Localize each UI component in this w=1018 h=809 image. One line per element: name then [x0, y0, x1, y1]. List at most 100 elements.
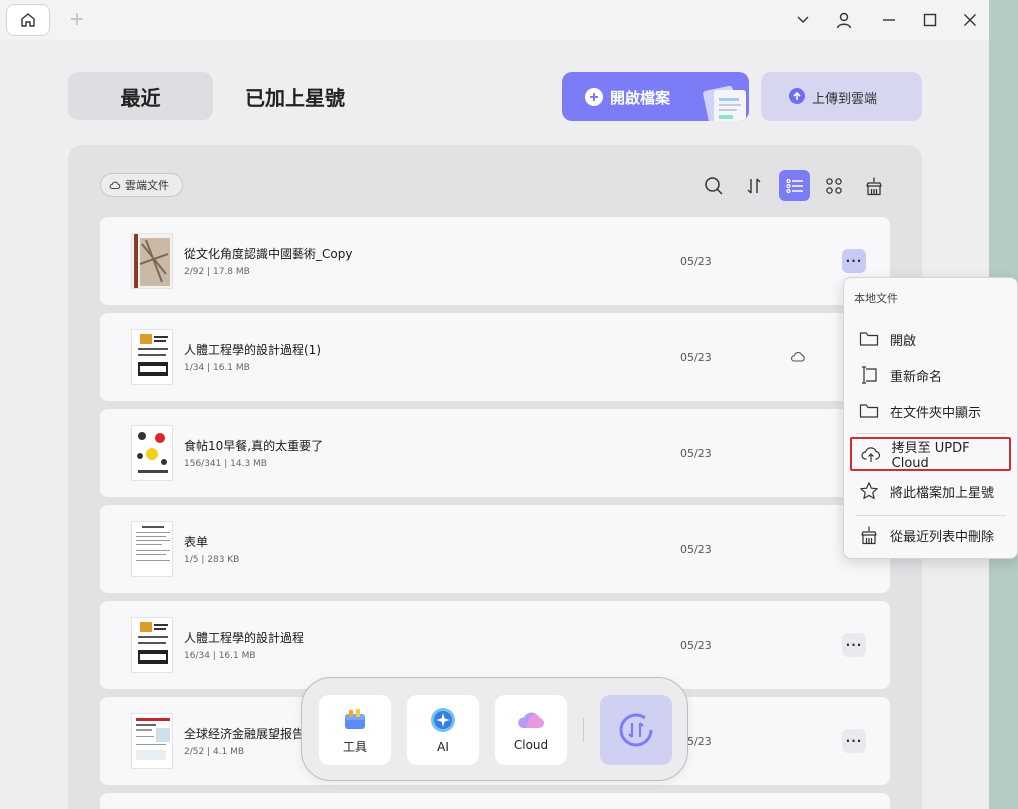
- toolbox-icon: [345, 708, 365, 729]
- ai-label: AI: [437, 740, 449, 754]
- home-icon: [21, 13, 35, 27]
- upload-to-cloud-button[interactable]: 上傳到雲端: [761, 72, 922, 121]
- upload-to-cloud-label: 上傳到雲端: [812, 92, 878, 107]
- file-date: 05/23: [680, 255, 712, 268]
- sort-icon: [747, 178, 761, 194]
- star-icon: [857, 479, 881, 503]
- file-row[interactable]: 從文化角度認識中國藝術_Copy 2/92 | 17.8 MB 05/23 ··…: [100, 217, 890, 305]
- account-button[interactable]: [832, 8, 856, 32]
- clean-icon: [857, 523, 881, 547]
- search-button[interactable]: [700, 172, 728, 200]
- file-date: 05/23: [680, 543, 712, 556]
- cloud-icon: [109, 181, 121, 189]
- clean-icon: [866, 177, 882, 196]
- file-meta: 2/52 | 4.1 MB: [184, 747, 245, 757]
- menu-item-copy-to-cloud[interactable]: 拷貝至 UPDF Cloud: [850, 437, 1011, 471]
- file-row[interactable]: 食帖10早餐,真的太重要了 156/341 | 14.3 MB 05/23: [100, 409, 890, 497]
- menu-item-label: 將此檔案加上星號: [890, 485, 995, 501]
- open-file-label: 開啟檔案: [610, 89, 671, 107]
- more-options-button[interactable]: ···: [842, 249, 866, 273]
- minimize-button[interactable]: [877, 8, 901, 32]
- title-bar: [0, 0, 989, 40]
- file-thumbnail: [131, 329, 173, 385]
- ai-button[interactable]: AI: [407, 695, 479, 765]
- file-meta: 1/5 | 283 KB: [184, 555, 240, 565]
- file-meta: 1/34 | 16.1 MB: [184, 363, 250, 373]
- file-name: 人體工程學的設計過程: [184, 631, 305, 645]
- file-name: 表单: [184, 535, 209, 549]
- more-options-button[interactable]: ···: [842, 633, 866, 657]
- document-stack-icon: [703, 85, 746, 121]
- cloud-upload-icon: [859, 442, 883, 466]
- maximize-icon: [923, 13, 937, 27]
- list-view-icon: [785, 178, 803, 193]
- file-name: 從文化角度認識中國藝術_Copy: [184, 247, 353, 261]
- search-icon: [705, 177, 723, 195]
- menu-divider: [856, 515, 1006, 516]
- chevron-down-icon: [797, 16, 809, 23]
- cloud-label: Cloud: [513, 738, 549, 752]
- cloud-docs-filter[interactable]: 雲端文件: [100, 173, 183, 197]
- plus-circle-icon: [585, 88, 603, 106]
- file-name: 食帖10早餐,真的太重要了: [184, 439, 324, 453]
- plus-icon: [71, 13, 83, 25]
- file-thumbnail: [131, 713, 173, 769]
- menu-divider: [856, 433, 1006, 434]
- minimize-icon: [883, 19, 895, 21]
- new-tab-button[interactable]: [66, 8, 88, 30]
- file-row[interactable]: 表单 1/5 | 283 KB 05/23: [100, 505, 890, 593]
- file-meta: 156/341 | 14.3 MB: [184, 459, 267, 469]
- sync-icon: [619, 713, 653, 747]
- menu-item-open[interactable]: 開啟: [850, 322, 1011, 356]
- cloud-icon: [518, 712, 544, 728]
- context-menu-header: 本地文件: [854, 292, 898, 305]
- tabs-dropdown-button[interactable]: [791, 8, 815, 32]
- maximize-button[interactable]: [918, 8, 942, 32]
- more-options-button[interactable]: ···: [842, 729, 866, 753]
- file-name: 全球经济金融展望报告: [184, 727, 305, 741]
- bottom-dock: 工具 AI Cloud: [301, 677, 688, 781]
- grid-view-icon: [826, 178, 842, 194]
- close-icon: [964, 14, 976, 26]
- dock-divider: [583, 718, 584, 742]
- cloud-button[interactable]: Cloud: [495, 695, 567, 765]
- file-row[interactable]: [100, 793, 890, 809]
- home-tab[interactable]: [6, 4, 50, 36]
- file-thumbnail: [131, 617, 173, 673]
- menu-item-show-in-folder[interactable]: 在文件夾中顯示: [850, 394, 1011, 428]
- close-button[interactable]: [958, 8, 982, 32]
- menu-item-label: 拷貝至 UPDF Cloud: [891, 441, 970, 471]
- menu-item-label: 在文件夾中顯示: [890, 405, 982, 421]
- menu-item-label: 重新命名: [890, 369, 943, 385]
- folder-icon: [857, 399, 881, 423]
- file-thumbnail: [131, 425, 173, 481]
- open-file-button[interactable]: 開啟檔案: [562, 72, 749, 121]
- file-thumbnail: [131, 521, 173, 577]
- menu-item-label: 開啟: [890, 333, 917, 349]
- file-name: 人體工程學的設計過程(1): [184, 343, 321, 357]
- menu-item-label: 從最近列表中刪除: [890, 529, 995, 545]
- list-view-button[interactable]: [779, 170, 810, 201]
- tab-starred[interactable]: 已加上星號: [245, 72, 345, 120]
- menu-item-rename[interactable]: 重新命名: [850, 358, 1011, 392]
- file-row[interactable]: 人體工程學的設計過程 16/34 | 16.1 MB 05/23 ···: [100, 601, 890, 689]
- ai-assistant-icon: [431, 708, 455, 732]
- sort-button[interactable]: [740, 172, 768, 200]
- file-row[interactable]: 人體工程學的設計過程(1) 1/34 | 16.1 MB 05/23: [100, 313, 890, 401]
- tools-button[interactable]: 工具: [319, 695, 391, 765]
- grid-view-button[interactable]: [820, 172, 848, 200]
- file-meta: 16/34 | 16.1 MB: [184, 651, 256, 661]
- file-meta: 2/92 | 17.8 MB: [184, 267, 250, 277]
- rename-icon: [857, 363, 881, 387]
- tab-recent[interactable]: 最近: [68, 72, 213, 120]
- cloud-docs-label: 雲端文件: [125, 179, 169, 192]
- sync-button[interactable]: [600, 695, 672, 765]
- folder-icon: [857, 327, 881, 351]
- upload-icon: [789, 88, 805, 104]
- app-window: 最近 已加上星號 開啟檔案 上傳到雲端 雲端文件 從文化角度認識中國藝術_Cop…: [0, 0, 989, 809]
- menu-item-remove-from-recent[interactable]: 從最近列表中刪除: [850, 518, 1011, 552]
- clean-button[interactable]: [860, 172, 888, 200]
- menu-item-add-star[interactable]: 將此檔案加上星號: [850, 474, 1011, 508]
- file-thumbnail: [131, 233, 173, 289]
- cloud-synced-icon: [791, 352, 805, 362]
